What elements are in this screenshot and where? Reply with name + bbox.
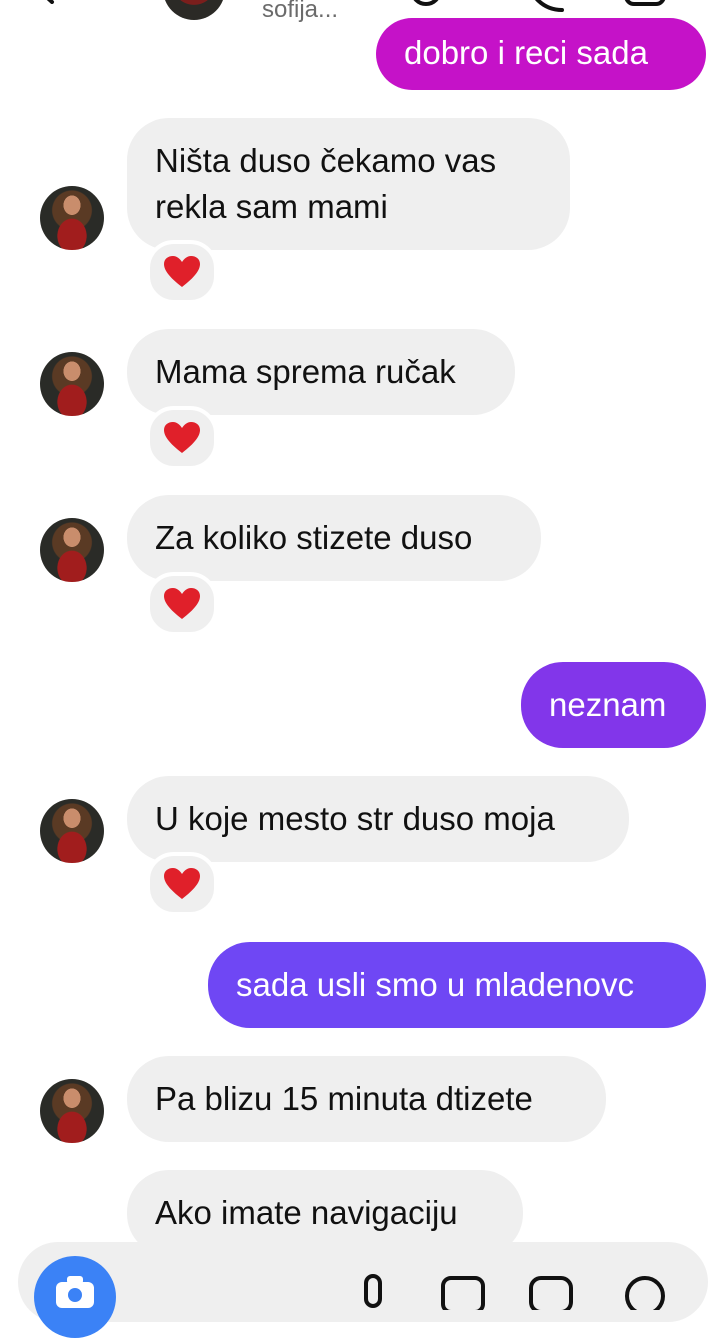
heart-icon [164,588,200,619]
heart-reaction[interactable] [146,572,218,636]
heart-reaction[interactable] [146,406,218,470]
message-text: Mama sprema ručak [155,353,456,390]
message-text: Ako imate navigaciju [155,1194,458,1231]
outgoing-message[interactable]: dobro i reci sada [376,18,706,90]
add-icon[interactable] [622,1270,668,1310]
message-text: Za koliko stizete duso [155,519,473,556]
microphone-icon[interactable] [350,1270,396,1310]
message-text: sada usli smo u mladenovc [236,966,635,1003]
incoming-message[interactable]: Mama sprema ručak [127,329,515,415]
contact-name[interactable]: sofija... [262,0,338,24]
outgoing-message[interactable]: neznam [521,662,706,748]
message-text: U koje mesto str duso moja [155,800,555,837]
message-text: dobro i reci sada [404,34,648,71]
heart-icon [164,868,200,899]
sender-avatar[interactable] [40,518,104,582]
sender-avatar[interactable] [40,186,104,250]
heart-icon [164,256,200,287]
more-icon[interactable] [622,0,668,18]
sender-avatar[interactable] [40,352,104,416]
message-text-line: Ništa duso čekamo vas [155,142,497,179]
contact-avatar[interactable] [163,0,225,20]
heart-icon [164,422,200,453]
message-text-line: rekla sam mami [155,188,388,225]
gallery-icon[interactable] [440,1270,486,1310]
incoming-message[interactable]: U koje mesto str duso moja [127,776,629,862]
outgoing-message[interactable]: sada usli smo u mladenovc [208,942,706,1028]
heart-reaction[interactable] [146,240,218,304]
phone-call-icon[interactable] [522,0,568,18]
sticker-icon[interactable] [528,1270,574,1310]
back-icon[interactable] [32,0,58,4]
sender-avatar[interactable] [40,1079,104,1143]
message-text: Pa blizu 15 minuta dtizete [155,1080,533,1117]
incoming-message[interactable]: Za koliko stizete duso [127,495,541,581]
incoming-message[interactable]: Pa blizu 15 minuta dtizete [127,1056,606,1142]
camera-icon [56,1276,94,1308]
incoming-message[interactable]: Ništa duso čekamo vas rekla sam mami [127,118,570,250]
sender-avatar[interactable] [40,799,104,863]
message-text: neznam [549,686,667,723]
camera-button[interactable] [34,1256,116,1338]
heart-reaction[interactable] [146,852,218,916]
video-call-icon[interactable] [406,0,452,18]
